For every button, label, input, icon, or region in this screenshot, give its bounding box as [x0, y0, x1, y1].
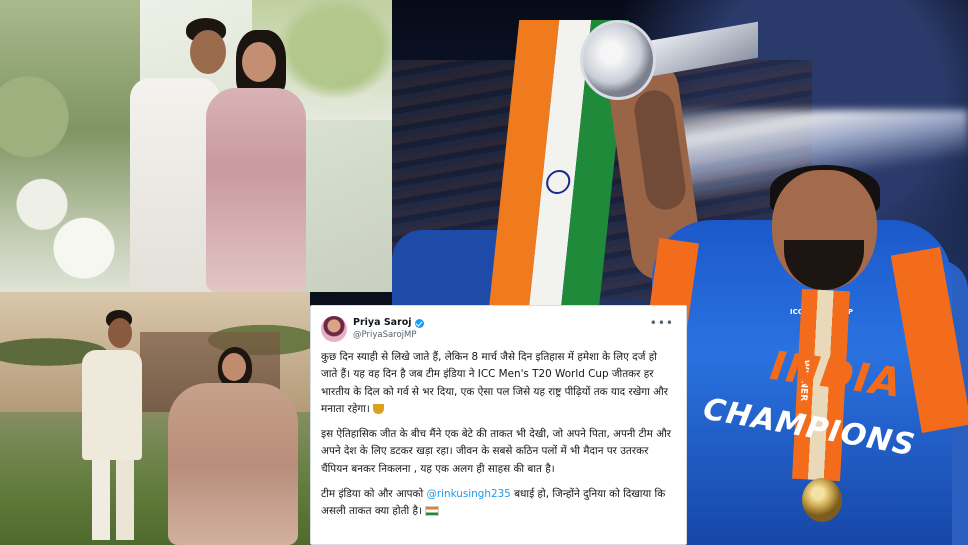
india-flag-emoji-icon: [425, 506, 440, 517]
trophy-icon: [580, 12, 760, 102]
groom-walking-figure: [72, 310, 152, 545]
tweet-paragraph: इस ऐतिहासिक जीत के बीच मैंने एक बेटे की …: [321, 426, 674, 478]
couple-walking-photo: [0, 292, 310, 545]
tweet-paragraph: कुछ दिन स्याही से लिखे जाते हैं, लेकिन 8…: [321, 349, 674, 418]
tweet-body: कुछ दिन स्याही से लिखे जाते हैं, लेकिन 8…: [321, 349, 674, 521]
winner-medal-icon: [802, 478, 842, 522]
more-horizontal-icon[interactable]: •••: [650, 317, 674, 329]
verified-badge-icon: [414, 318, 424, 328]
avatar[interactable]: [321, 316, 347, 342]
flower-bush: [0, 0, 140, 292]
tweet-author: Priya Saroj @PriyaSarojMP: [353, 317, 424, 341]
bride-walking-figure: [168, 347, 298, 545]
bride-figure: [186, 30, 306, 292]
tweet-paragraph-2-text: इस ऐतिहासिक जीत के बीच मैंने एक बेटे की …: [321, 428, 671, 475]
mention-link[interactable]: @rinkusingh235: [426, 488, 510, 500]
tweet-paragraph-3-pre: टीम इंडिया को और आपको: [321, 488, 427, 501]
author-display-name[interactable]: Priya Saroj: [353, 317, 424, 329]
tweet-paragraph: टीम इंडिया को और आपको @rinkusingh235 बधा…: [321, 486, 674, 521]
author-handle[interactable]: @PriyaSarojMP: [353, 329, 424, 341]
tweet-card[interactable]: Priya Saroj @PriyaSarojMP ••• कुछ दिन स्…: [310, 305, 687, 545]
tweet-header: Priya Saroj @PriyaSarojMP •••: [321, 315, 674, 343]
author-name-text[interactable]: Priya Saroj: [353, 317, 412, 329]
trophy-emoji-icon: [373, 403, 385, 414]
couple-garden-photo: [0, 0, 392, 292]
